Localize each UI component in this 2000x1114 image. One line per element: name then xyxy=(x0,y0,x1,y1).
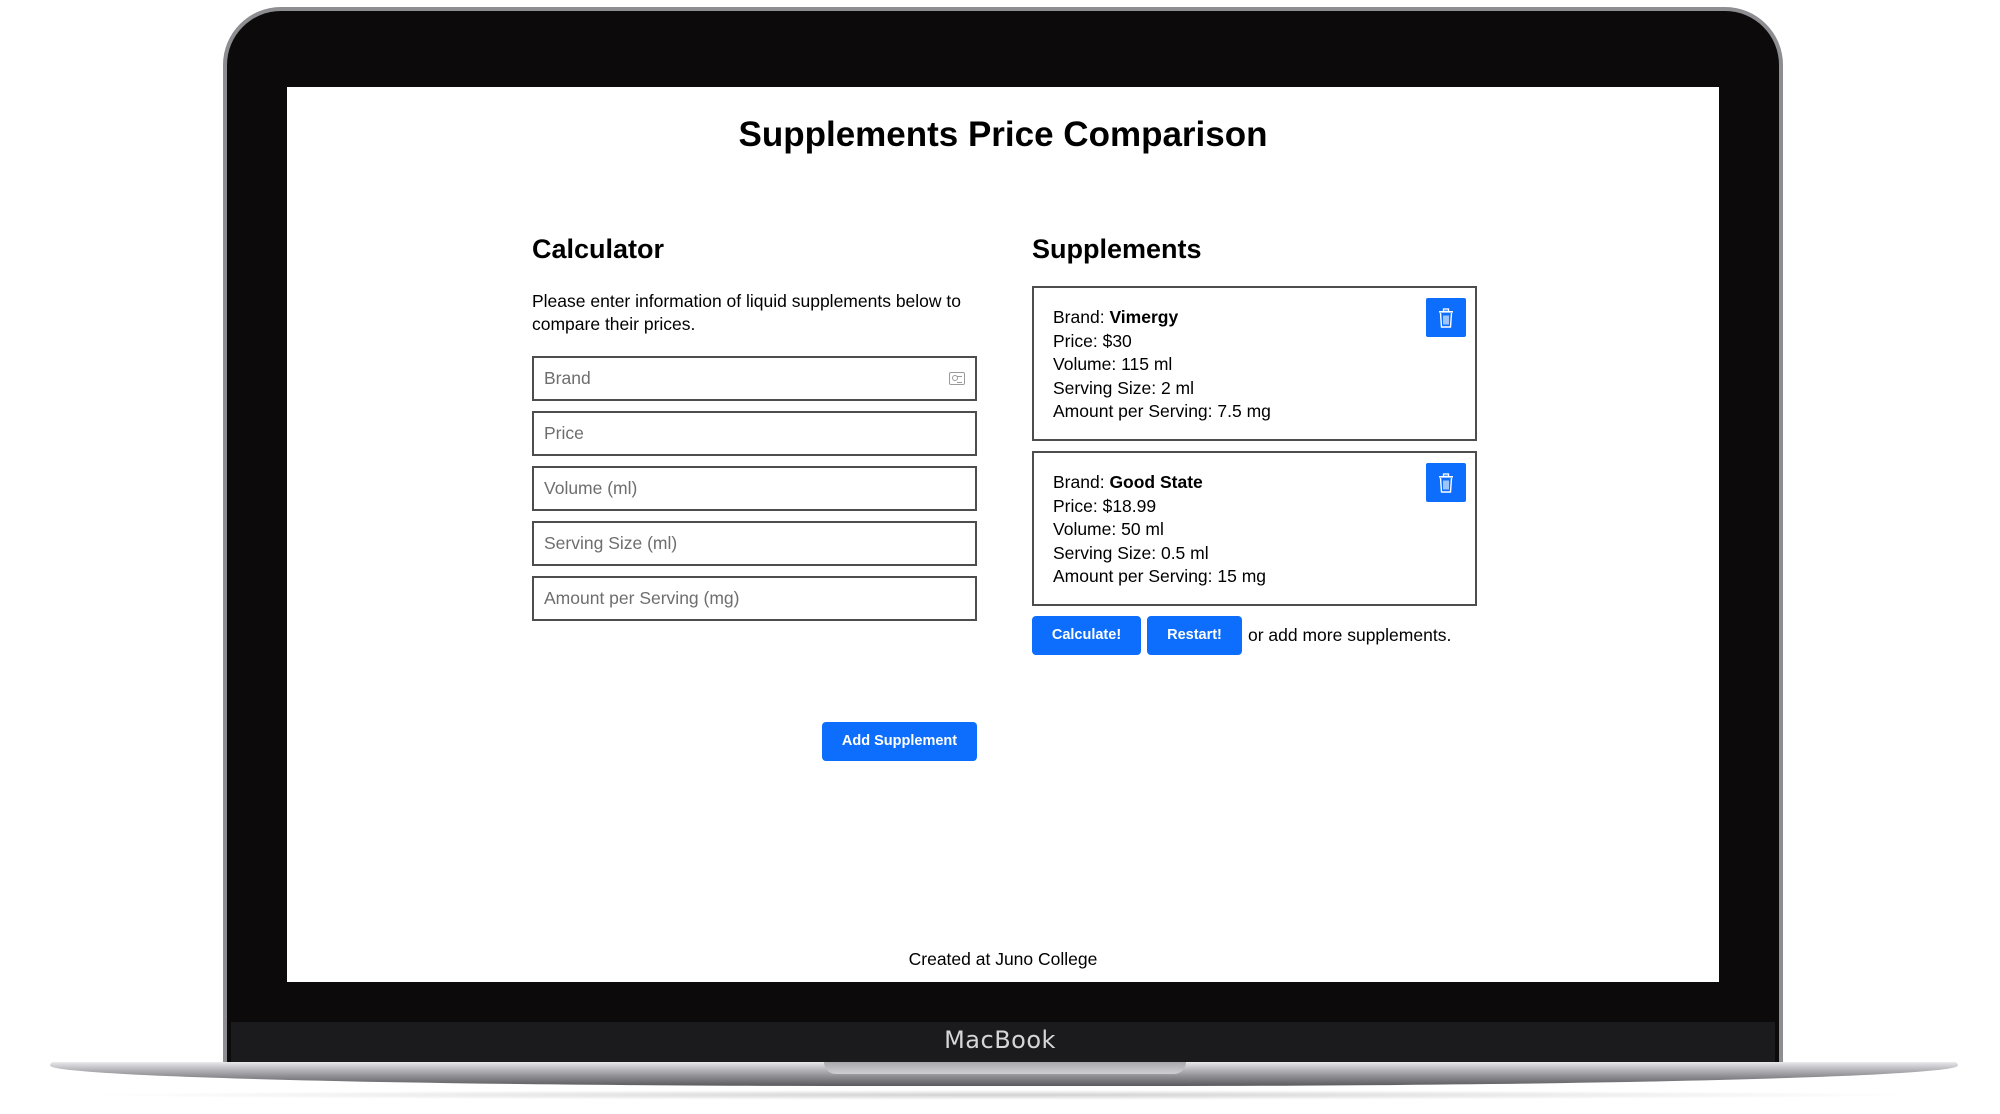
brand-input[interactable] xyxy=(534,358,975,399)
supplement-card: Brand: Vimergy Price: $30 Volume: 115 ml… xyxy=(1032,286,1477,441)
price-field-wrapper xyxy=(532,411,977,456)
trash-icon xyxy=(1439,472,1453,493)
contact-card-icon[interactable] xyxy=(949,372,965,385)
supplement-serving-size: Serving Size: 2 ml xyxy=(1053,377,1195,398)
supplement-amount: Amount per Serving: 15 mg xyxy=(1053,566,1267,586)
amount-per-serving-input[interactable] xyxy=(534,578,975,619)
restart-button[interactable]: Restart! xyxy=(1147,616,1242,655)
page-title: Supplements Price Comparison xyxy=(738,115,1268,154)
supplement-volume: Volume: 115 ml xyxy=(1053,354,1173,374)
supplement-volume: Volume: 50 ml xyxy=(1053,519,1164,539)
calculate-button[interactable]: Calculate! xyxy=(1032,616,1141,655)
laptop-shadow xyxy=(80,1090,1928,1100)
page-footer: Created at Juno College xyxy=(908,949,1098,969)
volume-input[interactable] xyxy=(534,468,975,509)
device-label: MacBook xyxy=(944,1026,1056,1054)
calculator-form xyxy=(532,356,977,621)
serving-size-input[interactable] xyxy=(534,523,975,564)
screen: Supplements Price Comparison Calculator … xyxy=(287,87,1719,982)
delete-supplement-button[interactable] xyxy=(1426,463,1466,502)
supplement-serving-size: Serving Size: 0.5 ml xyxy=(1053,542,1209,563)
brand-field-wrapper xyxy=(532,356,977,401)
supplements-list: Brand: Vimergy Price: $30 Volume: 115 ml… xyxy=(1032,286,1477,606)
add-more-hint: or add more supplements. xyxy=(1248,625,1452,645)
serving-size-field-wrapper xyxy=(532,521,977,566)
delete-supplement-button[interactable] xyxy=(1426,298,1466,337)
trash-icon xyxy=(1439,307,1453,328)
calculator-description: Please enter information of liquid suppl… xyxy=(532,291,961,334)
supplements-section: Supplements Brand: Vimergy Price: $30 Vo… xyxy=(1032,234,1477,655)
price-input[interactable] xyxy=(534,413,975,454)
supplements-actions: Calculate! Restart! or add more suppleme… xyxy=(1032,616,1477,655)
supplement-brand-name: Vimergy xyxy=(1109,307,1179,327)
supplement-brand: Brand: Vimergy xyxy=(1053,307,1179,327)
supplement-amount: Amount per Serving: 7.5 mg xyxy=(1053,401,1271,421)
laptop-hinge-notch xyxy=(824,1062,1186,1074)
volume-field-wrapper xyxy=(532,466,977,511)
supplement-price: Price: $30 xyxy=(1053,330,1132,351)
supplement-price: Price: $18.99 xyxy=(1053,495,1157,516)
supplements-title: Supplements xyxy=(1032,234,1202,264)
supplement-brand: Brand: Good State xyxy=(1053,472,1203,492)
supplement-card: Brand: Good State Price: $18.99 Volume: … xyxy=(1032,451,1477,606)
supplement-brand-name: Good State xyxy=(1109,472,1203,492)
add-supplement-button[interactable]: Add Supplement xyxy=(822,722,977,761)
calculator-section: Calculator Please enter information of l… xyxy=(532,234,977,761)
calculator-title: Calculator xyxy=(532,234,665,264)
amount-field-wrapper xyxy=(532,576,977,621)
